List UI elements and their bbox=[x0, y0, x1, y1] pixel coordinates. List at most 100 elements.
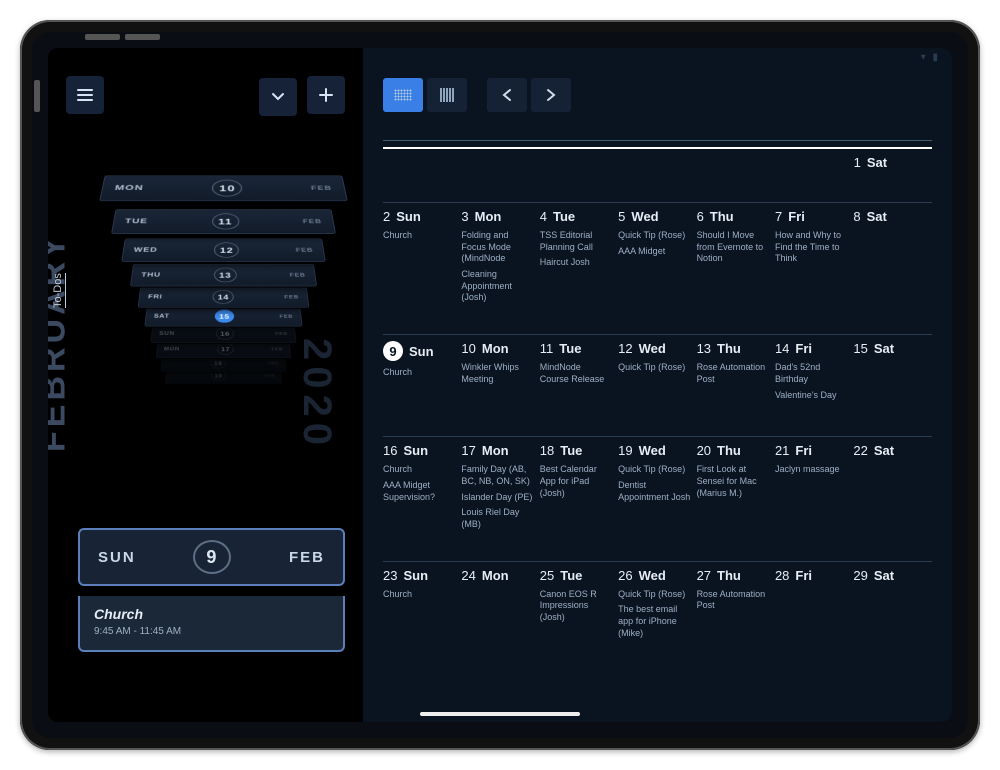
next-month-button[interactable] bbox=[531, 78, 571, 112]
day-tile[interactable]: MON10FEB bbox=[99, 175, 348, 201]
tile-num: 12 bbox=[214, 242, 239, 257]
day-cell[interactable]: 6ThuShould I Move from Evernote to Notio… bbox=[697, 209, 775, 312]
today-tile[interactable]: SUN 9 FEB bbox=[78, 528, 345, 586]
event-item[interactable]: Should I Move from Evernote to Notion bbox=[697, 230, 769, 265]
day-cell[interactable]: 24Mon bbox=[461, 568, 539, 648]
day-header: 19Wed bbox=[618, 443, 690, 458]
day-cell[interactable]: 7FriHow and Why to Find the Time to Thin… bbox=[775, 209, 853, 312]
day-cell[interactable]: 28Fri bbox=[775, 568, 853, 648]
day-cell[interactable]: 19Wed Quick Tip (Rose) Dentist Appointment… bbox=[618, 443, 696, 538]
day-cell[interactable]: 25 Tue Canon EOS R Impressions (Josh) bbox=[540, 568, 618, 648]
day-cell[interactable]: 12WedQuick Tip (Rose) bbox=[618, 341, 696, 414]
event-item[interactable]: Haircut Josh bbox=[540, 257, 612, 269]
day-number: 5 bbox=[618, 209, 625, 224]
day-tile[interactable]: FRI14FEB bbox=[138, 286, 310, 307]
menu-button[interactable] bbox=[66, 76, 104, 114]
tile-num: 11 bbox=[212, 213, 240, 229]
day-cell[interactable]: 26WedQuick Tip (Rose)The best email app … bbox=[618, 568, 696, 648]
event-item[interactable]: Dentist Appointment Josh bbox=[618, 480, 690, 503]
event-item[interactable]: Canon EOS R Impressions (Josh) bbox=[540, 589, 612, 624]
event-item[interactable]: Dad's 52nd Birthday bbox=[775, 362, 847, 385]
day-header: 10Mon bbox=[461, 341, 533, 356]
event-item[interactable]: Family Day (AB, BC, NB, ON, SK) bbox=[461, 464, 533, 487]
event-item[interactable]: Islander Day (PE) bbox=[461, 492, 533, 504]
day-cell[interactable]: 4Tue TSS Editorial Planning Call Haircut J… bbox=[540, 209, 618, 312]
day-cell[interactable]: 10Mon Winkler Whips Meeting bbox=[461, 341, 539, 414]
tile-dow: FRI bbox=[148, 294, 163, 300]
day-number: 20 bbox=[697, 443, 711, 458]
view-list-button[interactable] bbox=[427, 78, 467, 112]
event-item[interactable]: Folding and Focus Mode (MindNode bbox=[461, 230, 533, 265]
event-item[interactable]: AAA Midget bbox=[618, 246, 690, 258]
day-tile[interactable]: SUN16FEB bbox=[151, 324, 297, 343]
event-item[interactable]: TSS Editorial Planning Call bbox=[540, 230, 612, 253]
day-name: Sun bbox=[409, 344, 434, 359]
tile-month: FEB bbox=[289, 272, 306, 278]
day-cell[interactable]: 3MonFolding and Focus Mode (MindNodeClea… bbox=[461, 209, 539, 312]
event-item[interactable]: Rose Automation Post bbox=[697, 362, 769, 385]
day-cell[interactable]: 20ThuFirst Look at Sensei for Mac (Mariu… bbox=[697, 443, 775, 538]
day-tile[interactable]: WED12FEB bbox=[121, 238, 326, 262]
event-item[interactable]: Valentine's Day bbox=[775, 390, 847, 402]
day-cell[interactable]: 14FriDad's 52nd BirthdayValentine's Day bbox=[775, 341, 853, 414]
day-cell[interactable]: 11TueMindNode Course Release bbox=[540, 341, 618, 414]
week-row: 16SunChurchAAA Midget Supervision?17MonF… bbox=[383, 436, 932, 538]
event-item[interactable]: Winkler Whips Meeting bbox=[461, 362, 533, 385]
day-tile[interactable]: TUE11FEB bbox=[111, 209, 336, 234]
day-cell[interactable]: 2SunChurch bbox=[383, 209, 461, 312]
today-event-card[interactable]: Church 9:45 AM - 11:45 AM bbox=[78, 596, 345, 652]
collapse-button[interactable] bbox=[259, 78, 297, 116]
day-header: 1Sat bbox=[854, 155, 926, 170]
day-tile[interactable]: SAT15FEB bbox=[144, 306, 302, 326]
event-item[interactable]: Best Calendar App for iPad (Josh) bbox=[540, 464, 612, 499]
day-cell[interactable]: 16SunChurchAAA Midget Supervision? bbox=[383, 443, 461, 538]
event-item[interactable]: Quick Tip (Rose) bbox=[618, 589, 690, 601]
hw-volume-up bbox=[85, 34, 120, 40]
day-number: 25 bbox=[540, 568, 554, 583]
chevron-down-icon bbox=[271, 92, 285, 102]
day-cell[interactable]: 1Sat bbox=[854, 147, 932, 180]
day-name: Tue bbox=[560, 568, 582, 583]
todos-tab[interactable]: To-Dos bbox=[52, 273, 66, 308]
day-header: 4Tue bbox=[540, 209, 612, 224]
event-item[interactable]: Rose Automation Post bbox=[697, 589, 769, 612]
day-cell[interactable]: 23SunChurch bbox=[383, 568, 461, 648]
day-cell[interactable]: 8Sat bbox=[853, 209, 931, 312]
event-item[interactable]: Church bbox=[383, 589, 455, 601]
view-month-button[interactable] bbox=[383, 78, 423, 112]
day-cell[interactable]: 21FriJaclyn massage bbox=[775, 443, 853, 538]
status-bar: ▾ ▮ bbox=[921, 52, 940, 63]
day-cell[interactable]: 29Sat bbox=[853, 568, 931, 648]
event-item[interactable]: How and Why to Find the Time to Think bbox=[775, 230, 847, 265]
day-cell[interactable]: 22Sat bbox=[853, 443, 931, 538]
plus-icon bbox=[319, 88, 333, 102]
event-item[interactable]: AAA Midget Supervision? bbox=[383, 480, 455, 503]
event-item[interactable]: Cleaning Appointment (Josh) bbox=[461, 269, 533, 304]
event-item[interactable]: Church bbox=[383, 230, 455, 242]
event-item[interactable]: Jaclyn massage bbox=[775, 464, 847, 476]
day-cell[interactable]: 15Sat bbox=[853, 341, 931, 414]
tile-num: 14 bbox=[213, 290, 234, 304]
event-item[interactable]: Quick Tip (Rose) bbox=[618, 464, 690, 476]
event-item[interactable]: The best email app for iPhone (Mike) bbox=[618, 604, 690, 639]
day-cell[interactable]: 27ThuRose Automation Post bbox=[697, 568, 775, 648]
home-indicator[interactable] bbox=[420, 712, 580, 716]
event-item[interactable]: First Look at Sensei for Mac (Marius M.) bbox=[697, 464, 769, 499]
event-item[interactable]: Church bbox=[383, 464, 455, 476]
event-item[interactable]: Church bbox=[383, 367, 455, 379]
event-item[interactable]: Quick Tip (Rose) bbox=[618, 230, 690, 242]
day-cell[interactable]: 5WedQuick Tip (Rose)AAA Midget bbox=[618, 209, 696, 312]
day-cell[interactable]: 13ThuRose Automation Post bbox=[697, 341, 775, 414]
event-item[interactable]: Quick Tip (Rose) bbox=[618, 362, 690, 374]
add-button[interactable] bbox=[307, 76, 345, 114]
day-cell[interactable]: 18Tue Best Calendar App for iPad (Josh) bbox=[540, 443, 618, 538]
day-name: Sat bbox=[867, 155, 887, 170]
day-cell[interactable]: 17MonFamily Day (AB, BC, NB, ON, SK)Isla… bbox=[461, 443, 539, 538]
event-item[interactable]: MindNode Course Release bbox=[540, 362, 612, 385]
prev-month-button[interactable] bbox=[487, 78, 527, 112]
day-header: 18Tue bbox=[540, 443, 612, 458]
event-item[interactable]: Louis Riel Day (MB) bbox=[461, 507, 533, 530]
day-cell[interactable]: 9SunChurch bbox=[383, 341, 461, 414]
day-tile[interactable]: THU13FEB bbox=[130, 264, 317, 286]
right-panel: ▾ ▮ 1Sat 2SunChurch3MonFolding and Focus … bbox=[363, 48, 952, 722]
